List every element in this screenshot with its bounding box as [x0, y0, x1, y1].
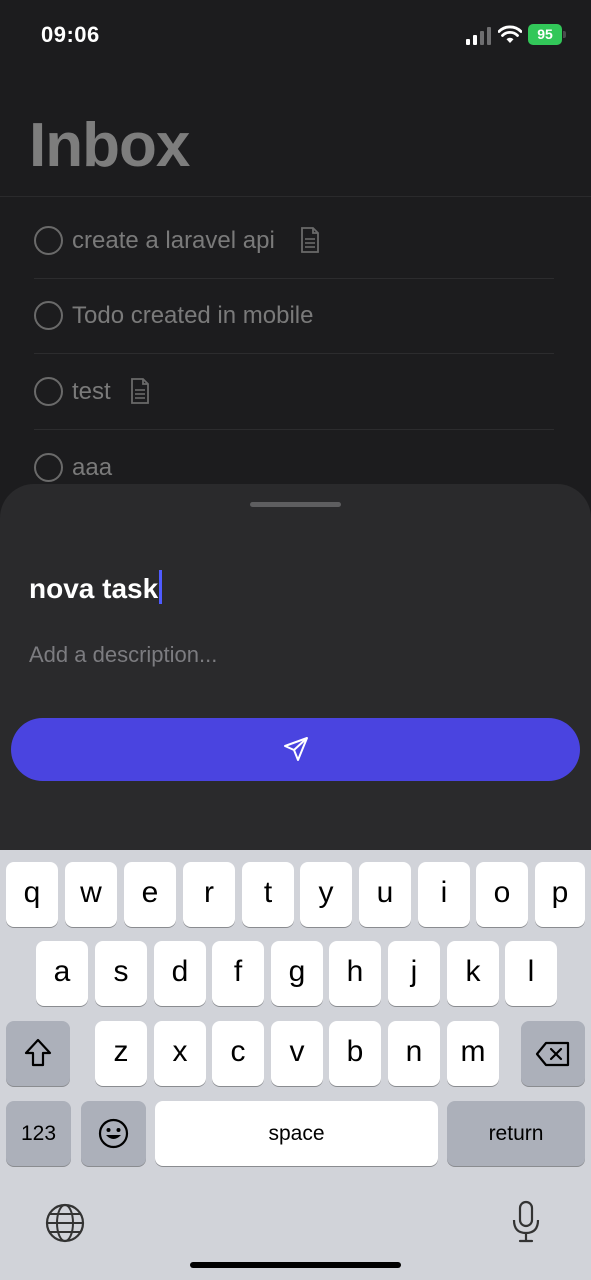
divider	[0, 196, 591, 197]
status-time: 09:06	[41, 22, 100, 47]
todo-label: test	[72, 378, 111, 405]
numbers-key[interactable]: 123	[6, 1101, 71, 1166]
key-p[interactable]: p	[535, 862, 585, 927]
key-l[interactable]: l	[505, 941, 557, 1006]
backspace-key[interactable]	[521, 1021, 585, 1086]
todo-label: create a laravel api	[72, 227, 275, 254]
key-s[interactable]: s	[95, 941, 147, 1006]
key-m[interactable]: m	[447, 1021, 499, 1086]
task-title-value: nova task	[29, 573, 159, 604]
task-title-input[interactable]: nova task	[29, 570, 163, 605]
key-v[interactable]: v	[271, 1021, 323, 1086]
emoji-key[interactable]	[81, 1101, 146, 1166]
signal-icon	[466, 27, 491, 45]
description-input[interactable]: Add a description...	[29, 642, 217, 668]
shift-key[interactable]	[6, 1021, 70, 1086]
key-r[interactable]: r	[183, 862, 235, 927]
todo-label: Todo created in mobile	[72, 302, 314, 329]
key-h[interactable]: h	[329, 941, 381, 1006]
note-icon	[131, 378, 149, 404]
key-t[interactable]: t	[242, 862, 294, 927]
key-b[interactable]: b	[329, 1021, 381, 1086]
key-d[interactable]: d	[154, 941, 206, 1006]
key-y[interactable]: y	[300, 862, 352, 927]
todo-checkbox[interactable]	[34, 377, 63, 406]
key-q[interactable]: q	[6, 862, 58, 927]
note-icon	[301, 227, 319, 253]
todo-label: aaa	[72, 454, 113, 481]
key-n[interactable]: n	[388, 1021, 440, 1086]
key-w[interactable]: w	[65, 862, 117, 927]
key-z[interactable]: z	[95, 1021, 147, 1086]
key-k[interactable]: k	[447, 941, 499, 1006]
todo-checkbox[interactable]	[34, 301, 63, 330]
globe-icon[interactable]	[44, 1202, 86, 1244]
todo-item[interactable]: Todo created in mobile	[34, 278, 554, 354]
battery-icon: 95	[528, 24, 566, 45]
key-i[interactable]: i	[418, 862, 470, 927]
status-bar: 09:06 95	[0, 0, 591, 70]
key-u[interactable]: u	[359, 862, 411, 927]
return-key[interactable]: return	[447, 1101, 585, 1166]
todo-checkbox[interactable]	[34, 453, 63, 482]
microphone-icon[interactable]	[510, 1200, 542, 1244]
text-caret	[159, 570, 163, 604]
key-c[interactable]: c	[212, 1021, 264, 1086]
key-x[interactable]: x	[154, 1021, 206, 1086]
backspace-icon	[535, 1041, 570, 1067]
key-g[interactable]: g	[271, 941, 323, 1006]
home-indicator[interactable]	[190, 1262, 401, 1268]
inbox-screen: Inbox create a laravel api Todo created …	[0, 70, 591, 510]
space-key[interactable]: space	[155, 1101, 438, 1166]
sheet-grabber[interactable]	[250, 502, 341, 507]
key-a[interactable]: a	[36, 941, 88, 1006]
todo-item[interactable]: create a laravel api	[34, 203, 554, 279]
key-o[interactable]: o	[476, 862, 528, 927]
send-icon	[284, 737, 308, 761]
emoji-icon	[98, 1118, 129, 1149]
key-e[interactable]: e	[124, 862, 176, 927]
page-title: Inbox	[29, 111, 190, 180]
send-button[interactable]	[11, 718, 580, 781]
key-j[interactable]: j	[388, 941, 440, 1006]
key-f[interactable]: f	[212, 941, 264, 1006]
keyboard: q w e r t y u i o p a s d f g h j k l z …	[0, 850, 591, 1280]
todo-checkbox[interactable]	[34, 226, 63, 255]
shift-icon	[24, 1038, 52, 1067]
battery-level: 95	[528, 24, 562, 45]
wifi-icon	[498, 25, 522, 43]
new-task-sheet: nova task Add a description...	[0, 484, 591, 864]
todo-item[interactable]: test	[34, 354, 554, 430]
